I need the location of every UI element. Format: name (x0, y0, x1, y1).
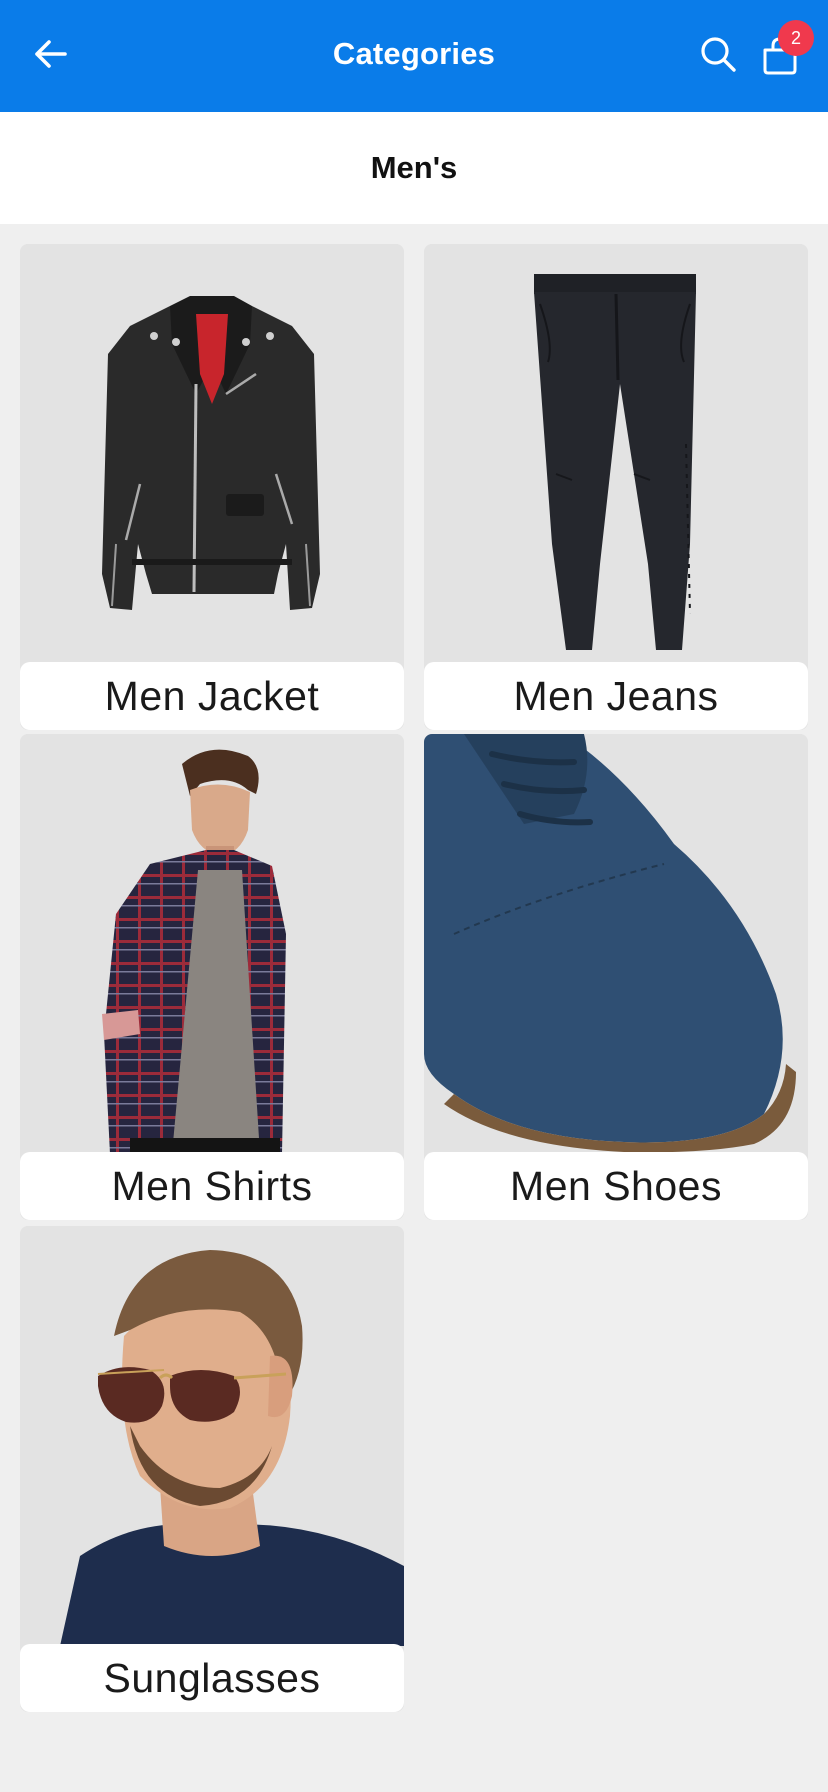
category-label: Men Shirts (20, 1152, 404, 1220)
app-bar: Categories 2 (0, 0, 828, 112)
category-image-shirts (20, 734, 404, 1154)
category-card-men-jeans[interactable]: Men Jeans (424, 244, 808, 730)
search-icon (699, 35, 737, 78)
category-card-men-shirts[interactable]: Men Shirts (20, 734, 404, 1220)
category-label: Men Shoes (424, 1152, 808, 1220)
category-image-jacket (20, 244, 404, 664)
category-label: Men Jacket (20, 662, 404, 730)
category-label: Sunglasses (20, 1644, 404, 1712)
category-image-sunglasses (20, 1226, 404, 1646)
category-card-sunglasses[interactable]: Sunglasses (20, 1226, 404, 1712)
section-title: Men's (0, 112, 828, 224)
cart-count-badge: 2 (778, 20, 814, 56)
category-image-jeans (424, 244, 808, 664)
category-label: Men Jeans (424, 662, 808, 730)
category-card-men-shoes[interactable]: Men Shoes (424, 734, 808, 1220)
category-image-shoes (424, 734, 808, 1154)
category-card-men-jacket[interactable]: Men Jacket (20, 244, 404, 730)
search-button[interactable] (692, 30, 744, 82)
